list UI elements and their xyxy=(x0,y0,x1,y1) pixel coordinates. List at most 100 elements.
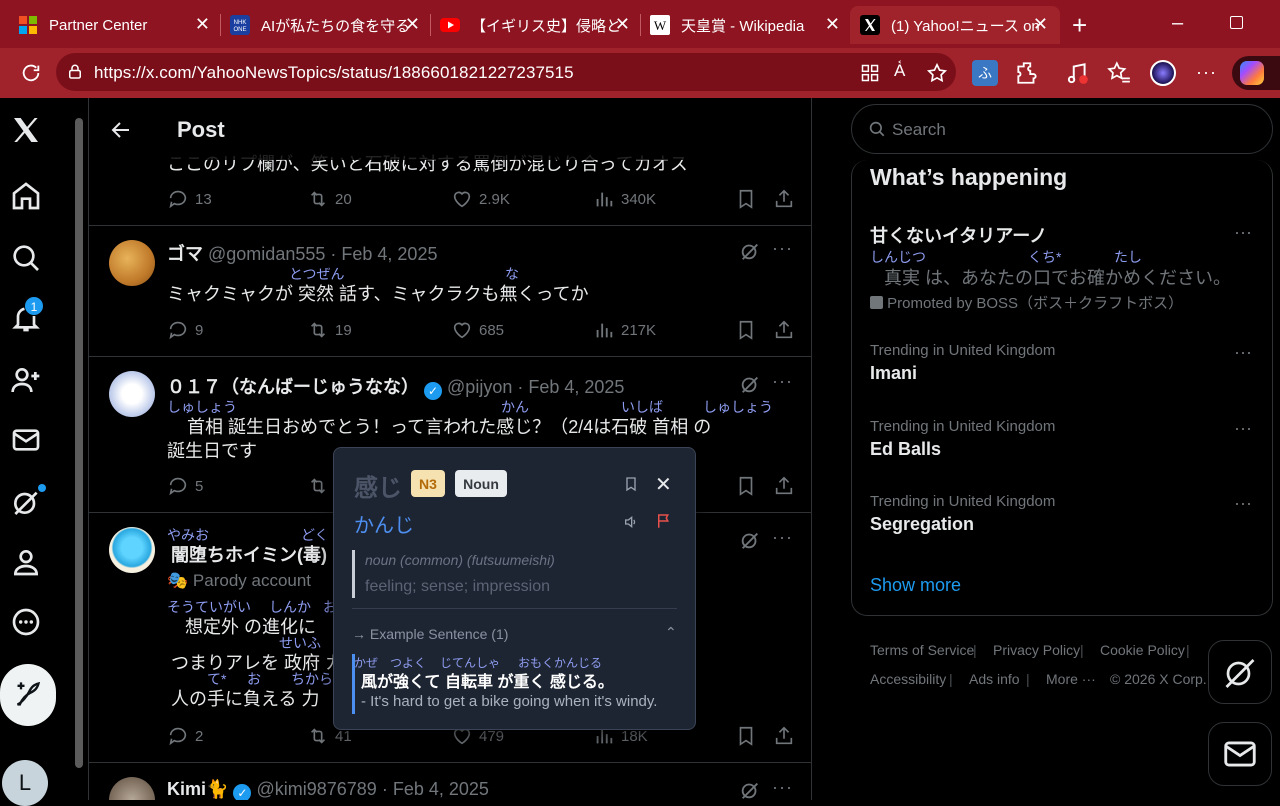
footer-link-cookie[interactable]: Cookie Policy xyxy=(1100,642,1185,658)
trend-item[interactable]: Trending in United Kingdom Segregation ·… xyxy=(870,493,1260,535)
footer-link-terms[interactable]: Terms of Service xyxy=(870,642,974,658)
close-tab-icon[interactable]: ✕ xyxy=(825,14,840,35)
profile-avatar[interactable] xyxy=(1150,60,1176,86)
close-tab-icon[interactable]: ✕ xyxy=(1033,14,1048,35)
refresh-icon[interactable] xyxy=(20,62,42,84)
grok-icon[interactable] xyxy=(10,486,42,518)
footer-link-privacy[interactable]: Privacy Policy xyxy=(993,642,1080,658)
footer-link-accessibility[interactable]: Accessibility xyxy=(870,671,946,687)
more-options-icon[interactable]: ··· xyxy=(1234,493,1252,514)
favorite-star-icon[interactable] xyxy=(926,62,948,84)
app-view-icon[interactable] xyxy=(860,63,880,83)
bookmark-icon[interactable] xyxy=(623,475,639,493)
grok-icon[interactable] xyxy=(739,779,761,800)
tab-wikipedia[interactable]: W 天皇賞 - Wikipedia ✕ xyxy=(642,6,850,44)
more-options-icon[interactable]: ··· xyxy=(772,527,793,548)
close-icon[interactable]: ✕ xyxy=(655,472,672,497)
grok-icon[interactable] xyxy=(739,373,761,395)
reply-button[interactable]: 13 xyxy=(167,188,212,210)
more-options-icon[interactable]: ··· xyxy=(772,371,793,392)
views-button[interactable]: 340K xyxy=(593,188,656,210)
close-tab-icon[interactable]: ✕ xyxy=(615,14,630,35)
x-logo-icon[interactable] xyxy=(10,114,42,146)
more-options-icon[interactable]: ··· xyxy=(772,777,793,798)
profile-icon[interactable] xyxy=(10,546,42,578)
post-date[interactable]: · Feb 4, 2025 xyxy=(330,244,437,264)
display-name[interactable]: 闇堕ちホイミン(毒) xyxy=(171,545,327,565)
display-name[interactable]: ゴマ xyxy=(167,244,203,264)
post-date[interactable]: · Feb 4, 2025 xyxy=(517,377,624,397)
favorites-icon[interactable] xyxy=(1106,60,1132,86)
handle[interactable]: @kimi9876789 xyxy=(256,779,376,799)
repost-button[interactable] xyxy=(307,475,329,497)
grok-icon[interactable] xyxy=(739,240,761,262)
bookmark-icon[interactable] xyxy=(735,188,757,210)
left-scrollbar[interactable] xyxy=(72,98,86,800)
avatar[interactable] xyxy=(109,527,155,573)
scrollbar-thumb[interactable] xyxy=(75,118,83,768)
home-icon[interactable] xyxy=(10,180,42,212)
close-tab-icon[interactable]: ✕ xyxy=(195,14,210,35)
new-tab-icon[interactable]: + xyxy=(1072,10,1087,41)
share-icon[interactable] xyxy=(773,188,795,210)
furigana-extension-icon[interactable]: ふ xyxy=(972,60,998,86)
display-name[interactable]: Kimi xyxy=(167,779,206,799)
grok-float-button[interactable] xyxy=(1208,640,1272,704)
trend-item[interactable]: Trending in United Kingdom Imani ··· xyxy=(870,342,1260,384)
reply-button[interactable]: 2 xyxy=(167,725,203,747)
speaker-icon[interactable] xyxy=(623,514,639,530)
more-options-icon[interactable]: ··· xyxy=(1234,222,1252,243)
avatar[interactable] xyxy=(109,777,155,800)
report-flag-icon[interactable] xyxy=(655,512,673,530)
settings-more-icon[interactable]: ··· xyxy=(1196,62,1217,83)
follow-people-icon[interactable] xyxy=(10,364,42,396)
reply-post[interactable]: Kimi🐈 ✓ @kimi9876789 · Feb 4, 2025 ··· xyxy=(89,763,811,800)
restore-icon[interactable] xyxy=(1230,16,1243,29)
display-name[interactable]: ０１７（なんばーじゅうなな） xyxy=(167,377,419,397)
like-button[interactable]: 685 xyxy=(451,319,504,341)
more-circle-icon[interactable] xyxy=(10,606,42,638)
bookmark-icon[interactable] xyxy=(735,319,757,341)
media-icon[interactable] xyxy=(1064,60,1090,86)
more-options-icon[interactable]: ··· xyxy=(1234,418,1252,439)
repost-button[interactable]: 20 xyxy=(307,188,352,210)
post-date[interactable]: · Feb 4, 2025 xyxy=(382,779,489,799)
copilot-button[interactable] xyxy=(1232,56,1280,90)
share-icon[interactable] xyxy=(773,725,795,747)
extensions-icon[interactable] xyxy=(1014,60,1040,86)
search-icon[interactable] xyxy=(10,242,42,274)
tab-ai-food[interactable]: NHK ONE AIが私たちの食を守る？ ✕ xyxy=(222,6,430,44)
grok-icon[interactable] xyxy=(739,529,761,551)
avatar[interactable] xyxy=(109,240,155,286)
more-options-icon[interactable]: ··· xyxy=(772,238,793,259)
messages-icon[interactable] xyxy=(10,424,42,456)
footer-link-more[interactable]: More ··· xyxy=(1046,671,1096,687)
read-aloud-icon[interactable]: A᷾ xyxy=(894,61,905,81)
bookmark-icon[interactable] xyxy=(735,475,757,497)
reply-post[interactable]: ゴマ @gomidan555 · Feb 4, 2025 ··· とつぜん な … xyxy=(89,226,811,357)
views-button[interactable]: 217K xyxy=(593,319,656,341)
tab-x-yahoo-news[interactable]: (1) Yahoo!ニュース on X ✕ xyxy=(850,6,1060,44)
reply-button[interactable]: 5 xyxy=(167,475,203,497)
reply-button[interactable]: 9 xyxy=(167,319,203,341)
minimize-icon[interactable]: – xyxy=(1172,12,1183,35)
share-icon[interactable] xyxy=(773,319,795,341)
trend-item[interactable]: Trending in United Kingdom Ed Balls ··· xyxy=(870,418,1260,460)
compose-post-button[interactable] xyxy=(0,664,56,726)
back-arrow-icon[interactable] xyxy=(109,118,133,142)
close-tab-icon[interactable]: ✕ xyxy=(405,14,420,35)
tab-british-history[interactable]: 【イギリス史】侵略と支配 ✕ xyxy=(432,6,640,44)
handle[interactable]: @gomidan555 xyxy=(208,244,325,264)
share-icon[interactable] xyxy=(773,475,795,497)
lock-icon[interactable] xyxy=(66,63,84,81)
more-options-icon[interactable]: ··· xyxy=(1234,342,1252,363)
show-more-link[interactable]: Show more xyxy=(870,575,961,596)
messages-float-button[interactable] xyxy=(1208,722,1272,786)
collapse-chevron-icon[interactable]: ⌃ xyxy=(665,624,677,641)
tab-partner-center[interactable]: Partner Center ✕ xyxy=(0,6,220,44)
search-box[interactable]: Search xyxy=(851,104,1273,154)
footer-link-ads-info[interactable]: Ads info xyxy=(969,671,1020,687)
repost-button[interactable]: 19 xyxy=(307,319,352,341)
example-toggle[interactable]: → Example Sentence (1) xyxy=(352,626,508,642)
promoted-trend[interactable]: 甘くないイタリアーノ しんじつ くち* たし 真実 は、あなたの口でお確かめくだ… xyxy=(870,222,1260,314)
